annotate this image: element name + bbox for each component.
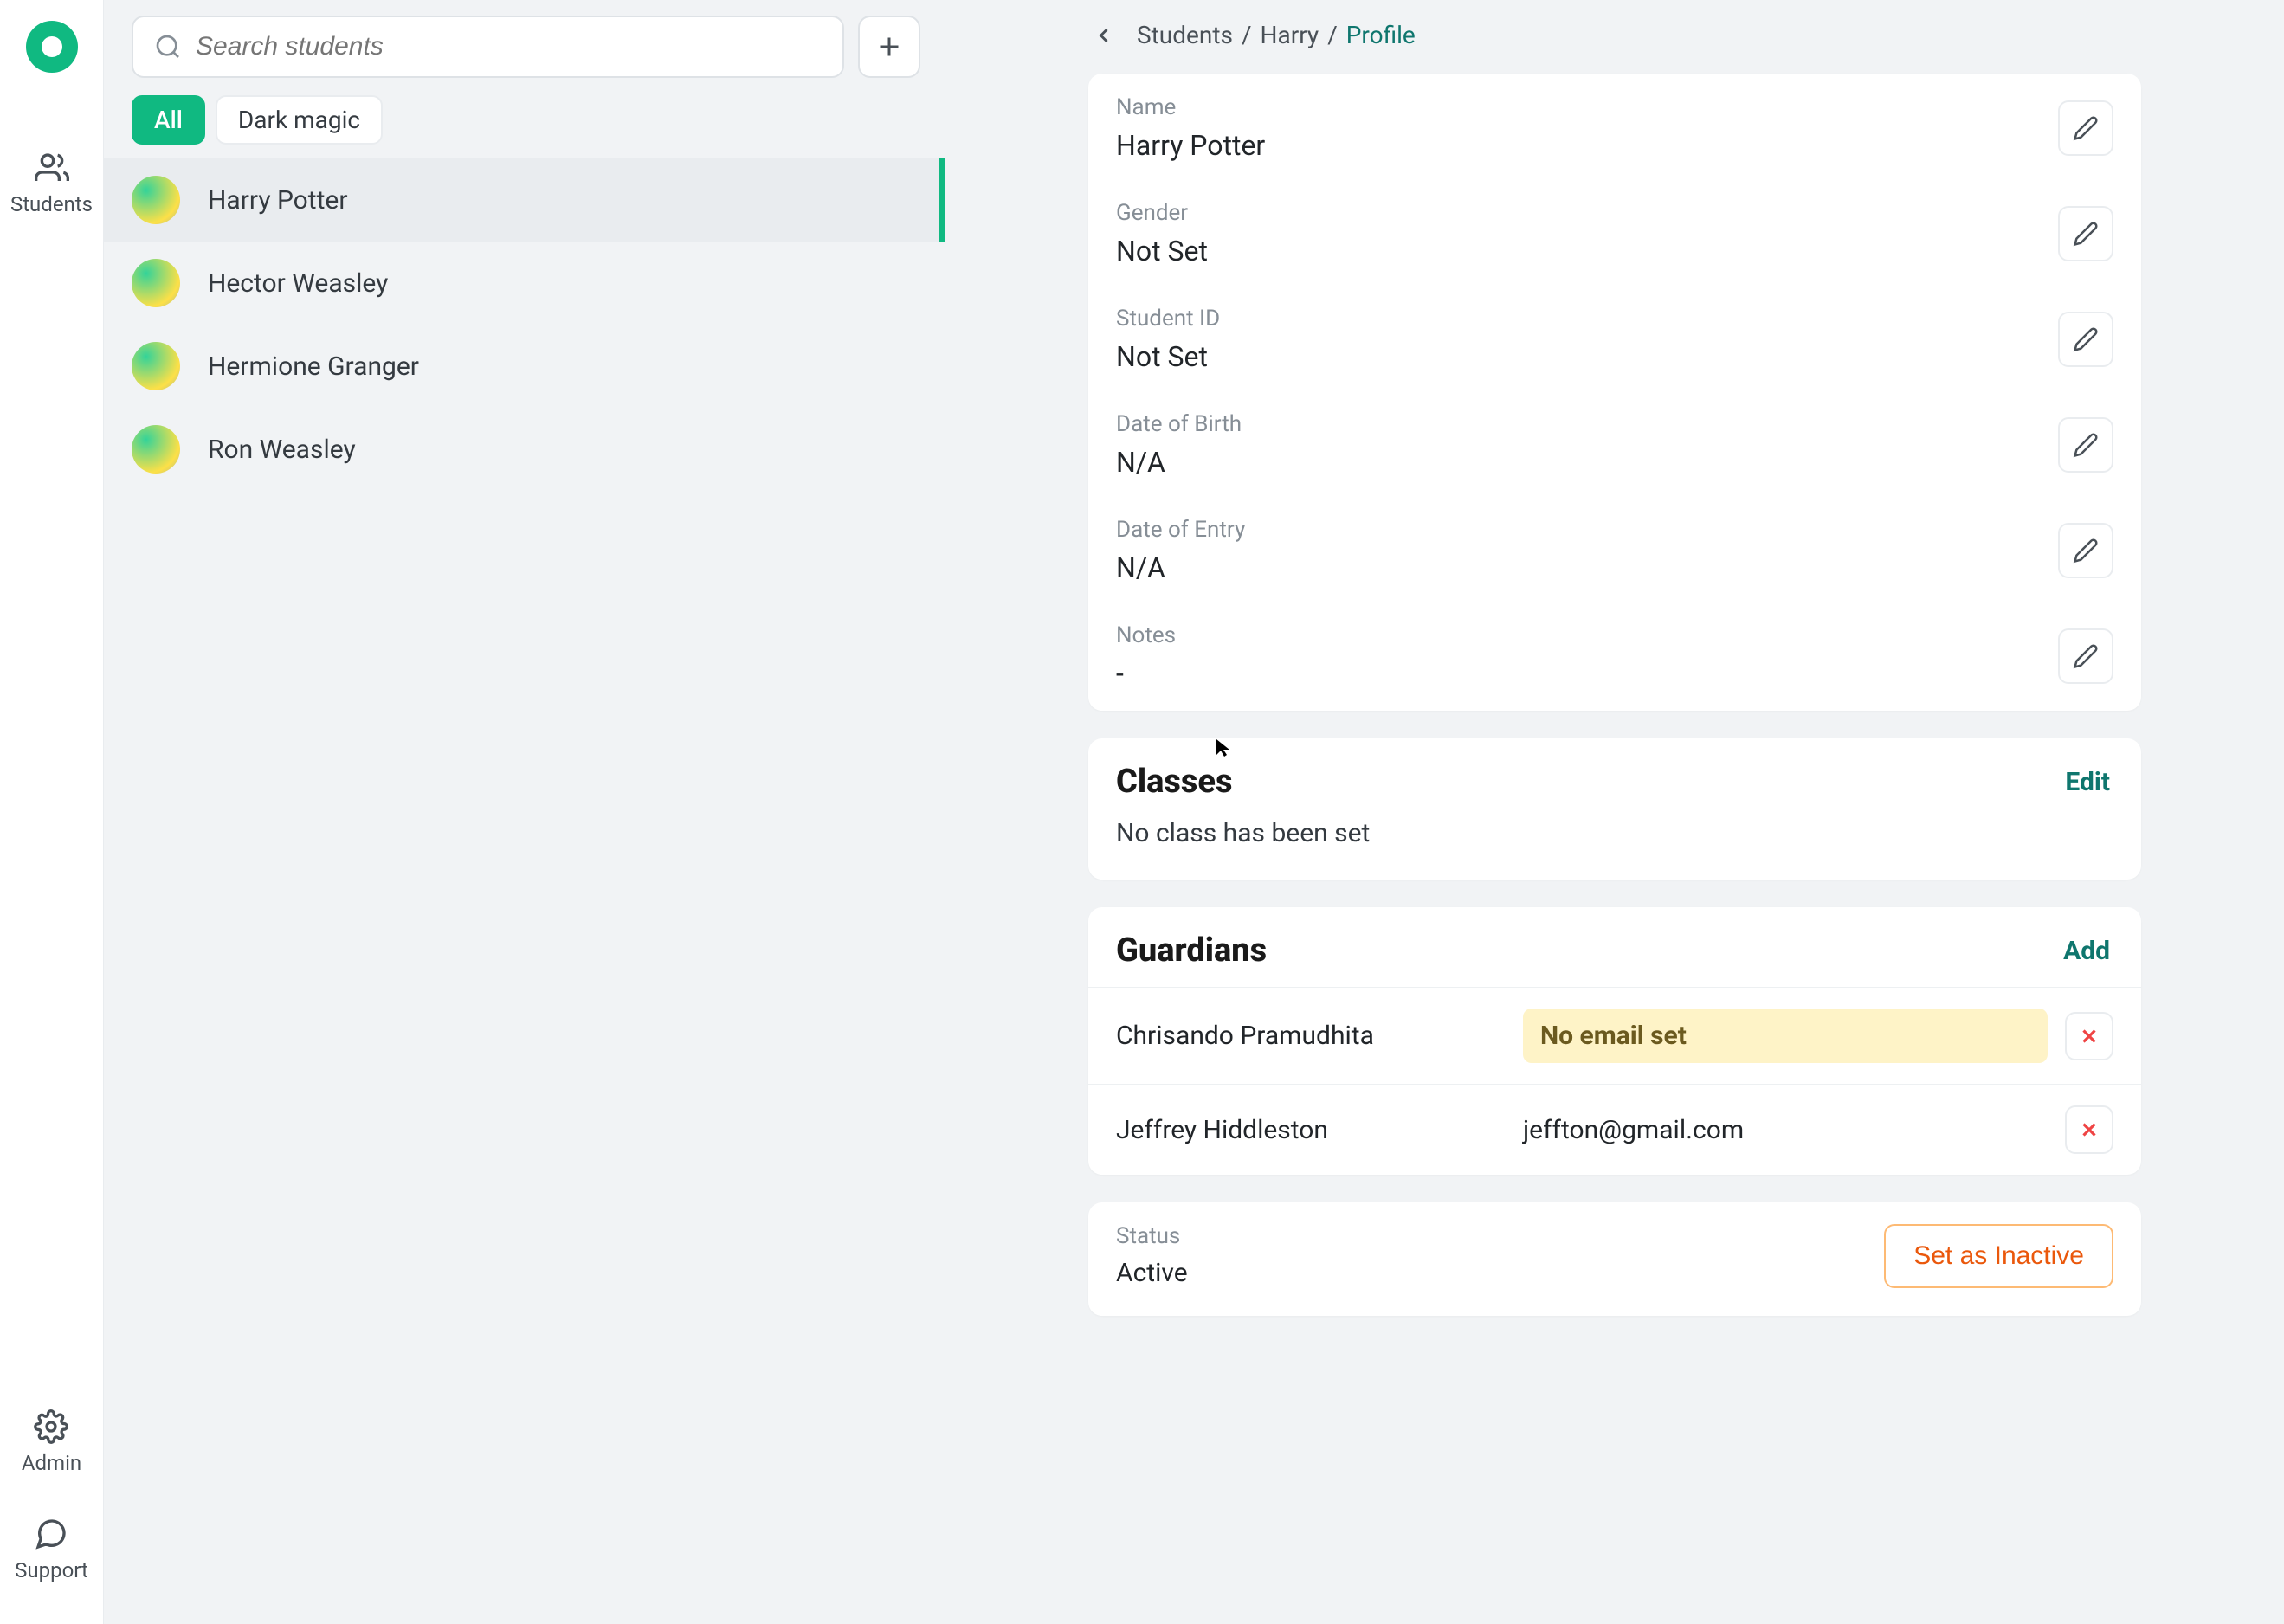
- plus-icon: [874, 31, 905, 62]
- guardian-row: Jeffrey Hiddlestonjeffton@gmail.com: [1088, 1084, 2141, 1175]
- profile-field-date-of-entry: Date of Entry N/A: [1088, 499, 2141, 605]
- student-name: Hermione Granger: [208, 351, 419, 382]
- profile-card: Name Harry Potter Gender Not Set Student ID N…: [1088, 74, 2141, 711]
- pencil-icon: [2073, 326, 2099, 352]
- field-value: N/A: [1116, 446, 2058, 479]
- remove-guardian-button[interactable]: [2065, 1012, 2113, 1060]
- add-guardian-button[interactable]: Add: [2063, 936, 2110, 966]
- field-value: Not Set: [1116, 340, 2058, 373]
- avatar: [132, 342, 180, 390]
- close-icon: [2078, 1025, 2100, 1047]
- pencil-icon: [2073, 538, 2099, 564]
- guardian-row: Chrisando PramudhitaNo email set: [1088, 987, 2141, 1084]
- student-row[interactable]: Ron Weasley: [104, 408, 945, 491]
- status-value: Active: [1116, 1258, 1884, 1288]
- student-list: Harry Potter Hector Weasley Hermione Grang…: [104, 158, 945, 491]
- profile-field-student-id: Student ID Not Set: [1088, 288, 2141, 394]
- gear-icon: [34, 1409, 68, 1444]
- app-logo[interactable]: [26, 21, 78, 73]
- filter-chip-dark-magic[interactable]: Dark magic: [216, 95, 383, 145]
- filter-chips: AllDark magic: [104, 78, 945, 158]
- status-label: Status: [1116, 1223, 1884, 1249]
- classes-empty-text: No class has been set: [1088, 818, 2141, 880]
- field-label: Name: [1116, 94, 2058, 120]
- guardians-card: Guardians Add Chrisando PramudhitaNo ema…: [1088, 907, 2141, 1175]
- search-input[interactable]: [196, 32, 822, 61]
- filter-chip-all[interactable]: All: [132, 95, 205, 145]
- nav-support-label: Support: [15, 1558, 88, 1582]
- edit-field-button[interactable]: [2058, 523, 2113, 578]
- edit-field-button[interactable]: [2058, 312, 2113, 367]
- field-label: Student ID: [1116, 306, 2058, 332]
- student-name: Hector Weasley: [208, 268, 388, 299]
- crumb-leaf: Profile: [1346, 21, 1416, 49]
- avatar: [132, 425, 180, 474]
- status-card: Status Active Set as Inactive: [1088, 1202, 2141, 1316]
- pencil-icon: [2073, 643, 2099, 669]
- detail-panel: Students / Harry / Profile Name Harry Pot…: [945, 0, 2284, 1624]
- avatar: [132, 176, 180, 224]
- field-value: Not Set: [1116, 235, 2058, 267]
- search-field[interactable]: [132, 16, 844, 78]
- field-label: Gender: [1116, 200, 2058, 226]
- field-value: -: [1116, 657, 2058, 690]
- student-row[interactable]: Harry Potter: [104, 158, 945, 242]
- classes-title: Classes: [1116, 763, 1233, 801]
- nav-students[interactable]: Students: [10, 151, 93, 216]
- add-student-button[interactable]: [858, 16, 920, 78]
- nav-admin[interactable]: Admin: [22, 1409, 81, 1475]
- guardian-name: Chrisando Pramudhita: [1116, 1021, 1523, 1051]
- edit-field-button[interactable]: [2058, 100, 2113, 156]
- pencil-icon: [2073, 221, 2099, 247]
- classes-card: Classes Edit No class has been set: [1088, 738, 2141, 880]
- guardian-email: jeffton@gmail.com: [1523, 1115, 2065, 1145]
- profile-field-notes: Notes -: [1088, 605, 2141, 711]
- users-icon: [35, 151, 69, 185]
- crumb-root[interactable]: Students: [1137, 21, 1233, 49]
- guardian-name: Jeffrey Hiddleston: [1116, 1115, 1523, 1145]
- field-value: N/A: [1116, 551, 2058, 584]
- nav-admin-label: Admin: [22, 1451, 81, 1475]
- student-row[interactable]: Hermione Granger: [104, 325, 945, 408]
- edit-field-button[interactable]: [2058, 628, 2113, 684]
- nav-students-label: Students: [10, 192, 93, 216]
- nav-support[interactable]: Support: [15, 1517, 88, 1582]
- student-name: Ron Weasley: [208, 435, 356, 465]
- remove-guardian-button[interactable]: [2065, 1105, 2113, 1154]
- pencil-icon: [2073, 432, 2099, 458]
- profile-field-gender: Gender Not Set: [1088, 183, 2141, 288]
- search-icon: [154, 33, 182, 61]
- field-label: Notes: [1116, 622, 2058, 648]
- edit-field-button[interactable]: [2058, 206, 2113, 261]
- field-label: Date of Birth: [1116, 411, 2058, 437]
- set-inactive-button[interactable]: Set as Inactive: [1884, 1224, 2113, 1288]
- nav-rail: Students Admin Support: [0, 0, 104, 1624]
- close-icon: [2078, 1118, 2100, 1141]
- student-name: Harry Potter: [208, 185, 348, 216]
- field-value: Harry Potter: [1116, 129, 2058, 162]
- back-icon[interactable]: [1092, 23, 1116, 48]
- guardian-no-email-badge: No email set: [1523, 1009, 2048, 1063]
- edit-field-button[interactable]: [2058, 417, 2113, 473]
- crumb-mid[interactable]: Harry: [1261, 21, 1319, 49]
- pencil-icon: [2073, 115, 2099, 141]
- guardians-title: Guardians: [1116, 931, 1267, 970]
- field-label: Date of Entry: [1116, 517, 2058, 543]
- profile-field-date-of-birth: Date of Birth N/A: [1088, 394, 2141, 499]
- chat-icon: [34, 1517, 68, 1551]
- avatar: [132, 259, 180, 307]
- student-list-panel: AllDark magic Harry Potter Hector Weasley…: [104, 0, 945, 1624]
- edit-classes-button[interactable]: Edit: [2065, 767, 2110, 797]
- profile-field-name: Name Harry Potter: [1088, 74, 2141, 183]
- breadcrumb: Students / Harry / Profile: [1088, 21, 2141, 49]
- student-row[interactable]: Hector Weasley: [104, 242, 945, 325]
